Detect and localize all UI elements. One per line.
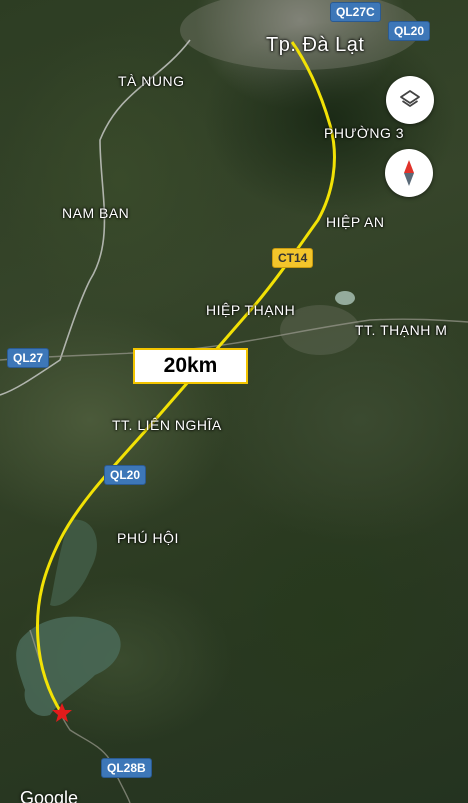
distance-label: 20km	[133, 348, 248, 384]
layers-icon	[400, 90, 420, 107]
road-shield-ql20-mid: QL20	[104, 465, 147, 485]
place-label-nam-ban: NAM BAN	[62, 205, 130, 221]
place-label-ta-nung: TÀ NUNG	[118, 73, 185, 89]
road-shield-ql27: QL27	[7, 348, 50, 368]
google-attribution: Google	[20, 788, 79, 803]
place-label-hiep-thanh: HIỆP THẠNH	[206, 302, 296, 318]
pond	[335, 291, 355, 305]
place-label-hiep-an: HIỆP AN	[326, 214, 385, 230]
road-shield-ql20: QL20	[388, 21, 431, 41]
place-label-thanh-my: TT. THẠNH M	[355, 322, 448, 338]
compass-button[interactable]	[385, 149, 433, 197]
lake-arm	[50, 519, 98, 606]
compass-icon	[404, 160, 414, 186]
place-label-phu-hoi: PHÚ HỘI	[117, 530, 179, 546]
road-shield-ql27c: QL27C	[330, 2, 381, 22]
place-label-da-lat: Tp. Đà Lạt	[266, 34, 365, 56]
road-shield-ct14: CT14	[272, 248, 314, 268]
map-view[interactable]: Tp. Đà Lạt TÀ NUNG PHƯỜNG 3 NAM BAN HIỆP…	[0, 0, 468, 803]
place-label-phuong-3: PHƯỜNG 3	[324, 125, 405, 141]
lake	[16, 616, 121, 716]
layers-button[interactable]	[386, 76, 434, 124]
place-label-lien-nghia: TT. LIÊN NGHĨA	[112, 417, 222, 433]
road-shield-ql28b: QL28B	[101, 758, 152, 778]
